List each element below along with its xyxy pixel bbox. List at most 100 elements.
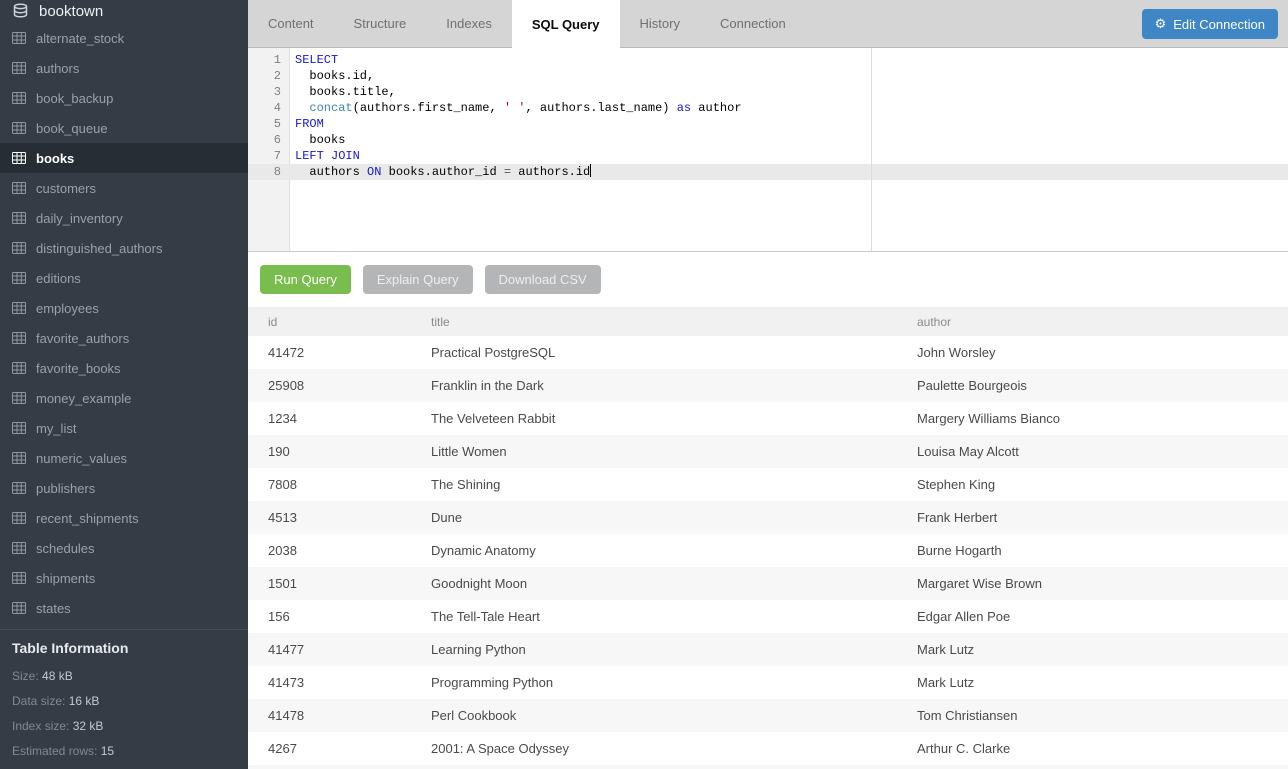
tab-label: Content (268, 16, 314, 31)
explain-query-button[interactable]: Explain Query (363, 265, 473, 294)
cell-id: 1501 (248, 567, 411, 600)
table-row[interactable]: 156 The Tell-Tale Heart Edgar Allen Poe (248, 600, 1288, 633)
code-line[interactable]: 4 concat(authors.first_name, ' ', author… (248, 100, 1288, 116)
cell-title: Perl Cookbook (411, 699, 897, 732)
info-label: Index size: (12, 719, 69, 733)
table-icon (12, 512, 26, 524)
info-value: 15 (97, 744, 114, 758)
table-icon (12, 92, 26, 104)
table-row[interactable]: 41477 Learning Python Mark Lutz (248, 633, 1288, 666)
database-icon (12, 3, 29, 20)
tab-label: SQL Query (532, 17, 600, 32)
table-icon (12, 152, 26, 164)
table-icon (12, 362, 26, 374)
sidebar-table-item[interactable]: books (0, 143, 248, 173)
database-header[interactable]: booktown (0, 0, 248, 23)
tab-label: Structure (354, 16, 407, 31)
sidebar-table-item[interactable]: publishers (0, 473, 248, 503)
download-csv-button[interactable]: Download CSV (485, 265, 601, 294)
tab[interactable]: Indexes (426, 0, 512, 47)
sidebar-table-item[interactable]: numeric_values (0, 443, 248, 473)
code-line[interactable]: 7LEFT JOIN (248, 148, 1288, 164)
line-number: 7 (248, 148, 290, 164)
code-line[interactable]: 6 books (248, 132, 1288, 148)
results-header-row: id title author (248, 307, 1288, 336)
tab[interactable]: Structure (334, 0, 427, 47)
table-information-panel: Table Information Size: 48 kB Data size:… (0, 629, 248, 769)
table-info-row: Index size: 32 kB (12, 719, 236, 733)
sidebar-table-item[interactable]: schedules (0, 533, 248, 563)
table-row[interactable]: 1501 Goodnight Moon Margaret Wise Brown (248, 567, 1288, 600)
table-icon (12, 212, 26, 224)
sidebar-table-item[interactable]: favorite_authors (0, 323, 248, 353)
tab[interactable]: SQL Query (512, 0, 620, 48)
sidebar-table-item[interactable]: authors (0, 53, 248, 83)
table-row[interactable]: 41473 Programming Python Mark Lutz (248, 666, 1288, 699)
table-icon (12, 272, 26, 284)
cell-title: Goodnight Moon (411, 567, 897, 600)
table-row[interactable]: 190 Little Women Louisa May Alcott (248, 435, 1288, 468)
sidebar-table-item[interactable]: customers (0, 173, 248, 203)
cell-author: Edgar Allen Poe (897, 600, 1288, 633)
sidebar-table-item[interactable]: my_list (0, 413, 248, 443)
cell-title: The Velveteen Rabbit (411, 402, 897, 435)
sidebar-table-item[interactable]: recent_shipments (0, 503, 248, 533)
table-row[interactable]: 4267 2001: A Space Odyssey Arthur C. Cla… (248, 732, 1288, 765)
code-line[interactable]: 5FROM (248, 116, 1288, 132)
table-icon (12, 332, 26, 344)
cell-title: The Shining (411, 468, 897, 501)
sidebar-table-item[interactable]: shipments (0, 563, 248, 593)
sidebar-table-item[interactable]: states (0, 593, 248, 623)
sidebar-table-item[interactable]: alternate_stock (0, 23, 248, 53)
query-actions-bar: Run Query Explain Query Download CSV (248, 252, 1288, 307)
column-header-id[interactable]: id (248, 307, 411, 336)
cell-id: 1234 (248, 402, 411, 435)
sidebar-table-item[interactable]: employees (0, 293, 248, 323)
cell-title: Learning Python (411, 633, 897, 666)
cell-author: Frank Herbert (897, 501, 1288, 534)
tab[interactable]: Content (248, 0, 334, 47)
sidebar-table-item[interactable]: editions (0, 263, 248, 293)
table-row[interactable]: 25908 Franklin in the Dark Paulette Bour… (248, 369, 1288, 402)
table-row[interactable]: 7808 The Shining Stephen King (248, 468, 1288, 501)
sidebar-table-item[interactable]: distinguished_authors (0, 233, 248, 263)
info-label: Data size: (12, 694, 65, 708)
column-header-author[interactable]: author (897, 307, 1288, 336)
code-line[interactable]: 1SELECT (248, 52, 1288, 68)
cell-title: Dune (411, 501, 897, 534)
code-line[interactable]: 8 authors ON books.author_id = authors.i… (248, 164, 1288, 180)
sidebar-table-item[interactable]: money_example (0, 383, 248, 413)
sidebar-table-item[interactable]: daily_inventory (0, 203, 248, 233)
table-name-label: numeric_values (36, 451, 127, 466)
table-icon (12, 482, 26, 494)
sql-editor[interactable]: 1SELECT2 books.id,3 books.title,4 concat… (248, 48, 1288, 252)
column-header-title[interactable]: title (411, 307, 897, 336)
line-number: 2 (248, 68, 290, 84)
table-row[interactable]: 2038 Dynamic Anatomy Burne Hogarth (248, 534, 1288, 567)
table-row[interactable]: 1234 The Velveteen Rabbit Margery Willia… (248, 402, 1288, 435)
sidebar-table-item[interactable]: book_queue (0, 113, 248, 143)
cell-title: Little Women (411, 435, 897, 468)
sidebar-table-item[interactable]: book_backup (0, 83, 248, 113)
cell-author: Mark Lutz (897, 633, 1288, 666)
run-query-button[interactable]: Run Query (260, 265, 351, 294)
table-icon (12, 242, 26, 254)
info-value: 16 kB (65, 694, 99, 708)
table-row[interactable]: 41478 Perl Cookbook Tom Christiansen (248, 699, 1288, 732)
code-line[interactable]: 3 books.title, (248, 84, 1288, 100)
table-name-label: my_list (36, 421, 76, 436)
tab[interactable]: History (620, 0, 700, 47)
edit-connection-button[interactable]: ⚙ Edit Connection (1142, 9, 1278, 39)
sidebar-table-item[interactable]: favorite_books (0, 353, 248, 383)
table-row[interactable]: 41472 Practical PostgreSQL John Worsley (248, 336, 1288, 369)
tab-label: History (640, 16, 680, 31)
table-name-label: distinguished_authors (36, 241, 162, 256)
tab[interactable]: Connection (700, 0, 806, 47)
cell-author: Tom Christiansen (897, 699, 1288, 732)
code-line[interactable]: 2 books.id, (248, 68, 1288, 84)
cell-id: 41472 (248, 336, 411, 369)
line-number: 4 (248, 100, 290, 116)
table-row[interactable]: 4513 Dune Frank Herbert (248, 501, 1288, 534)
results-area[interactable]: id title author 41472 Practical PostgreS… (248, 307, 1288, 769)
cell-author: Stephen King (897, 468, 1288, 501)
